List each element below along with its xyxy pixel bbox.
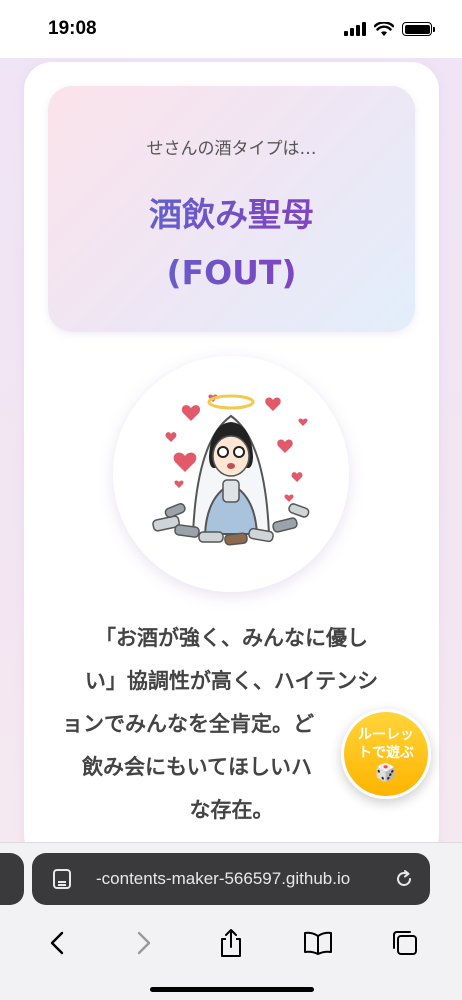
page-menu-icon[interactable] — [52, 868, 72, 890]
roulette-label-line1: ルーレッ — [358, 727, 414, 743]
back-button[interactable] — [37, 923, 77, 963]
url-text[interactable]: -contents-maker-566597.github.io — [96, 869, 394, 889]
address-bar[interactable]: -contents-maker-566597.github.io — [32, 853, 430, 905]
halo-icon — [207, 394, 255, 410]
bookmarks-icon — [303, 931, 332, 955]
status-bar: 19:08 — [0, 0, 462, 58]
bottle-icon — [222, 479, 240, 503]
tabs-icon — [392, 931, 417, 955]
result-prefix: せさんの酒タイプは… — [146, 139, 317, 159]
browser-toolbar — [0, 921, 462, 965]
previous-tab-preview[interactable] — [0, 853, 24, 905]
forward-button[interactable] — [124, 923, 164, 963]
description-line: な存在。 — [189, 798, 274, 822]
dice-icon: 🎲 — [375, 763, 397, 783]
reload-icon[interactable] — [394, 869, 414, 889]
description-line: い」協調性が高く、ハイテンシ — [84, 669, 379, 693]
roulette-label-line2: トで遊ぶ — [358, 745, 414, 761]
share-icon — [220, 929, 241, 957]
browser-bar: -contents-maker-566597.github.io — [0, 842, 462, 1000]
share-button[interactable] — [211, 923, 251, 963]
cellular-signal-icon — [344, 22, 366, 36]
description-line: 「お酒が強く、みんなに優し — [95, 626, 368, 650]
character-illustration — [113, 356, 349, 592]
roulette-button[interactable]: ルーレッ トで遊ぶ 🎲 — [341, 709, 431, 799]
status-icons — [344, 21, 435, 37]
result-header: せさんの酒タイプは… 酒飲み聖母 (FOUT) — [48, 86, 415, 332]
result-type-name: 酒飲み聖母 — [149, 195, 314, 234]
result-type-title: 酒飲み聖母 (FOUT) — [48, 186, 415, 302]
battery-icon — [402, 22, 435, 36]
status-time: 19:08 — [48, 18, 97, 39]
back-icon — [51, 931, 64, 955]
result-type-code: (FOUT) — [166, 253, 297, 292]
home-indicator — [150, 987, 314, 992]
wifi-icon — [374, 21, 394, 36]
forward-icon — [137, 931, 151, 955]
bookmarks-button[interactable] — [298, 923, 338, 963]
tabs-button[interactable] — [385, 923, 425, 963]
